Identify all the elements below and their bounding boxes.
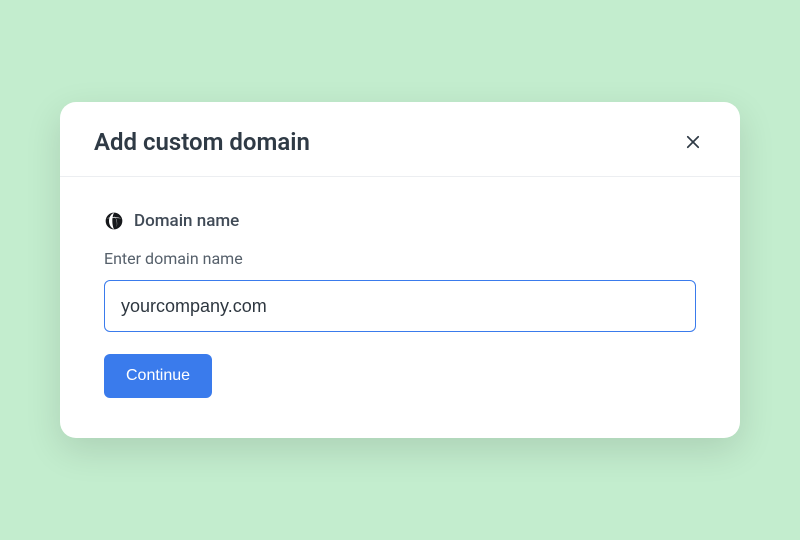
globe-icon <box>104 211 124 231</box>
add-domain-dialog: Add custom domain Domain name Enter doma… <box>60 102 740 438</box>
domain-field-label: Enter domain name <box>104 249 696 268</box>
dialog-body: Domain name Enter domain name Continue <box>60 177 740 438</box>
close-button[interactable] <box>680 129 706 155</box>
close-icon <box>684 133 702 151</box>
continue-button[interactable]: Continue <box>104 354 212 398</box>
section-title: Domain name <box>134 211 239 231</box>
section-header: Domain name <box>104 211 696 231</box>
domain-name-input[interactable] <box>104 280 696 332</box>
dialog-title: Add custom domain <box>94 128 310 156</box>
dialog-header: Add custom domain <box>60 102 740 177</box>
